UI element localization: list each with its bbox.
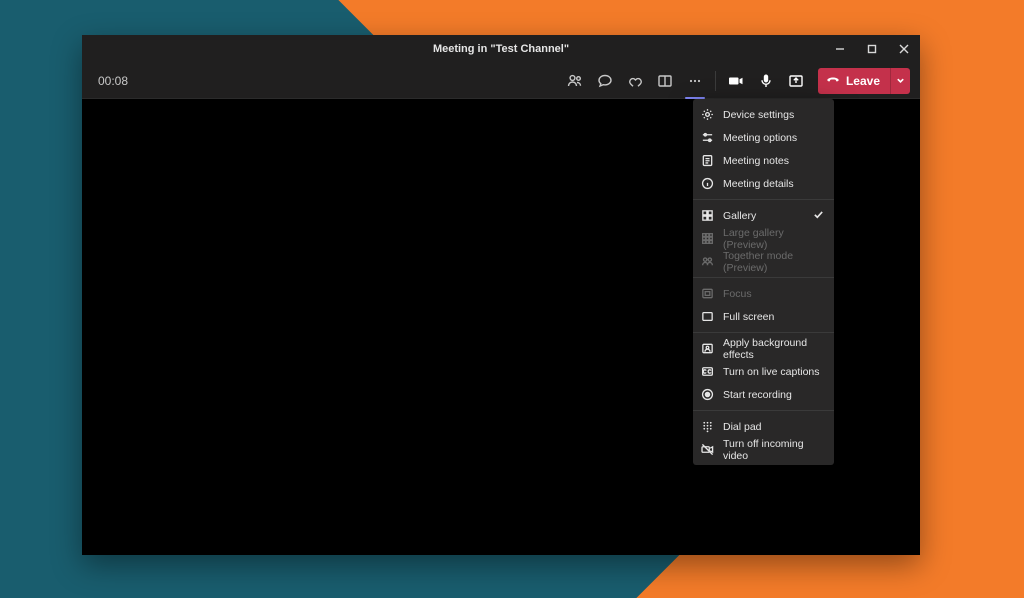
menu-item-label: Focus <box>723 288 752 300</box>
leave-main[interactable]: Leave <box>818 72 890 89</box>
title-bar: Meeting in "Test Channel" <box>82 35 920 63</box>
menu-item-label: Meeting notes <box>723 155 789 167</box>
camera-button[interactable] <box>722 67 750 95</box>
background-icon <box>701 342 714 355</box>
meeting-timer: 00:08 <box>92 74 134 88</box>
more-actions-button[interactable] <box>681 67 709 95</box>
menu-item-label: Together mode (Preview) <box>723 250 824 274</box>
window-title: Meeting in "Test Channel" <box>82 43 920 55</box>
reactions-button[interactable] <box>621 67 649 95</box>
menu-item-device-settings[interactable]: Device settings <box>693 103 834 126</box>
video-off-icon <box>701 443 714 456</box>
menu-item-label: Gallery <box>723 210 756 222</box>
gear-icon <box>701 108 714 121</box>
menu-item-label: Dial pad <box>723 421 762 433</box>
leave-button[interactable]: Leave <box>818 68 910 94</box>
menu-separator <box>693 332 834 333</box>
menu-item-label: Turn on live captions <box>723 366 820 378</box>
toolbar-icons: Leave <box>561 67 910 95</box>
share-button[interactable] <box>782 67 810 95</box>
rooms-button[interactable] <box>651 67 679 95</box>
menu-item-label: Full screen <box>723 311 774 323</box>
menu-separator <box>693 199 834 200</box>
menu-item-label: Turn off incoming video <box>723 438 824 462</box>
menu-item-label: Large gallery (Preview) <box>723 227 824 251</box>
menu-item-start-recording[interactable]: Start recording <box>693 383 834 406</box>
info-icon <box>701 177 714 190</box>
together-icon <box>701 255 714 268</box>
menu-item-label: Start recording <box>723 389 792 401</box>
menu-item-large-gallery-preview: Large gallery (Preview) <box>693 227 834 250</box>
meeting-window: Meeting in "Test Channel" 00:08 <box>82 35 920 555</box>
notes-icon <box>701 154 714 167</box>
menu-item-label: Meeting options <box>723 132 797 144</box>
microphone-button[interactable] <box>752 67 780 95</box>
menu-item-turn-on-live-captions[interactable]: Turn on live captions <box>693 360 834 383</box>
menu-item-meeting-details[interactable]: Meeting details <box>693 172 834 195</box>
toolbar-separator <box>715 71 716 91</box>
menu-item-apply-background-effects[interactable]: Apply background effects <box>693 337 834 360</box>
chat-button[interactable] <box>591 67 619 95</box>
menu-item-label: Meeting details <box>723 178 794 190</box>
menu-item-label: Apply background effects <box>723 337 824 361</box>
leave-label: Leave <box>846 74 880 88</box>
captions-icon <box>701 365 714 378</box>
menu-item-meeting-notes[interactable]: Meeting notes <box>693 149 834 172</box>
menu-item-dial-pad[interactable]: Dial pad <box>693 415 834 438</box>
video-area: Device settings Meeting options Meeting no… <box>82 99 920 555</box>
hangup-icon <box>826 72 840 89</box>
sliders-icon <box>701 131 714 144</box>
menu-item-gallery[interactable]: Gallery <box>693 204 834 227</box>
menu-item-full-screen[interactable]: Full screen <box>693 305 834 328</box>
menu-item-label: Device settings <box>723 109 794 121</box>
participants-button[interactable] <box>561 67 589 95</box>
meeting-toolbar: 00:08 <box>82 63 920 99</box>
fullscreen-icon <box>701 310 714 323</box>
menu-separator <box>693 410 834 411</box>
leave-caret-button[interactable] <box>890 68 910 94</box>
menu-item-meeting-options[interactable]: Meeting options <box>693 126 834 149</box>
record-icon <box>701 388 714 401</box>
focus-icon <box>701 287 714 300</box>
menu-item-turn-off-incoming-video[interactable]: Turn off incoming video <box>693 438 834 461</box>
large-grid-icon <box>701 232 714 245</box>
menu-item-together-mode-preview: Together mode (Preview) <box>693 250 834 273</box>
menu-item-focus: Focus <box>693 282 834 305</box>
menu-separator <box>693 277 834 278</box>
check-icon <box>813 209 824 223</box>
dialpad-icon <box>701 420 714 433</box>
more-actions-menu: Device settings Meeting options Meeting no… <box>693 99 834 465</box>
grid-icon <box>701 209 714 222</box>
